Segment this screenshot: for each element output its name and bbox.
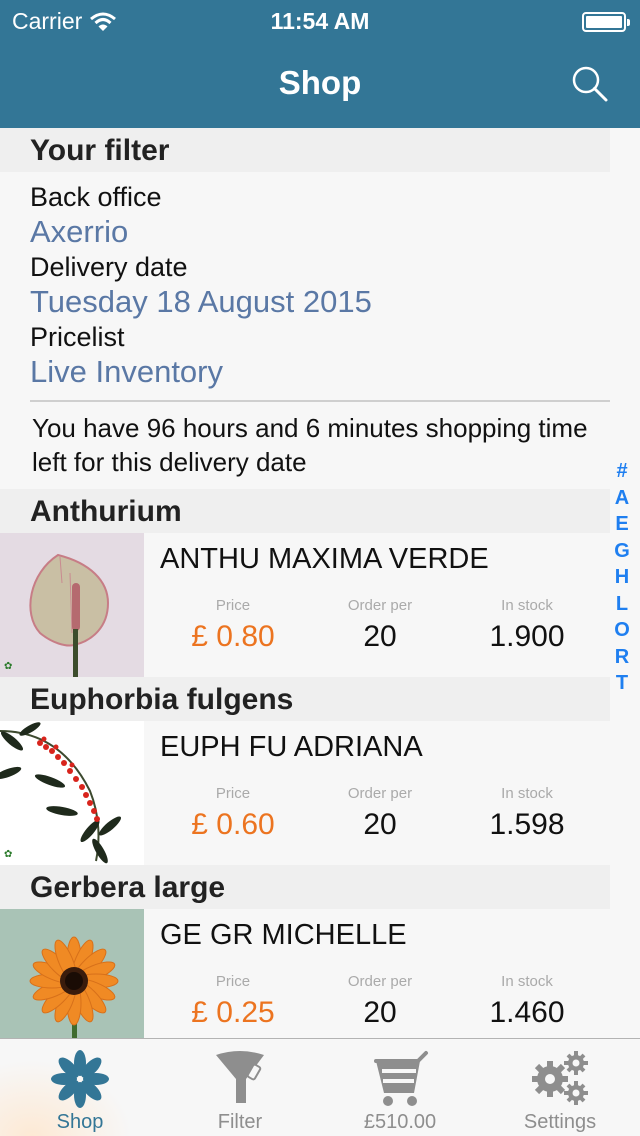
in-stock-value: 1.900 bbox=[489, 620, 565, 653]
product-row[interactable]: ✿ EUPH FU ADRIANA Price £ 0.60 Order per… bbox=[0, 721, 610, 865]
order-per-label: Order per bbox=[347, 973, 413, 990]
filter-section-header: Your filter bbox=[0, 128, 610, 172]
price-label: Price bbox=[215, 973, 251, 990]
tab-settings[interactable]: Settings bbox=[480, 1039, 640, 1136]
section-header-gerbera: Gerbera large bbox=[0, 865, 610, 909]
funnel-icon bbox=[216, 1051, 264, 1103]
shopping-time-notice: You have 96 hours and 6 minutes shopping… bbox=[32, 413, 588, 477]
in-stock-stat: In stock 1.460 bbox=[457, 973, 597, 1030]
gears-icon bbox=[532, 1051, 588, 1105]
search-icon[interactable] bbox=[570, 64, 610, 104]
svg-text:✿: ✿ bbox=[4, 661, 12, 672]
price-value: £ 0.25 bbox=[191, 996, 275, 1029]
product-name: EUPH FU ADRIANA bbox=[160, 731, 423, 763]
index-item[interactable]: G bbox=[614, 538, 630, 565]
tab-bar: Shop Filter £510.00 Settings bbox=[0, 1038, 640, 1136]
in-stock-label: In stock bbox=[501, 785, 553, 802]
tab-label: Settings bbox=[523, 1111, 597, 1133]
index-item[interactable]: H bbox=[615, 564, 629, 591]
tab-label: £510.00 bbox=[363, 1111, 437, 1133]
price-stat: Price £ 0.25 bbox=[163, 973, 303, 1030]
product-name: ANTHU MAXIMA VERDE bbox=[160, 543, 489, 575]
tab-shop[interactable]: Shop bbox=[0, 1039, 160, 1136]
order-per-value: 20 bbox=[363, 808, 397, 841]
product-row[interactable]: GE GR MICHELLE Price £ 0.25 Order per 20… bbox=[0, 909, 610, 1038]
order-per-stat: Order per 20 bbox=[310, 785, 450, 842]
order-per-stat: Order per 20 bbox=[310, 597, 450, 654]
delivery-date-label: Delivery date bbox=[30, 252, 188, 282]
price-value: £ 0.60 bbox=[191, 808, 275, 841]
price-value: £ 0.80 bbox=[191, 620, 275, 653]
section-header-euphorbia: Euphorbia fulgens bbox=[0, 677, 610, 721]
tab-label: Filter bbox=[217, 1111, 263, 1133]
order-per-value: 20 bbox=[363, 996, 397, 1029]
tab-cart[interactable]: £510.00 bbox=[320, 1039, 480, 1136]
euphorbia-photo: ✿ bbox=[0, 721, 144, 865]
index-item[interactable]: O bbox=[614, 617, 630, 644]
price-label: Price bbox=[215, 785, 251, 802]
battery-icon bbox=[582, 12, 630, 32]
tab-filter[interactable]: Filter bbox=[160, 1039, 320, 1136]
flower-icon bbox=[51, 1050, 109, 1108]
order-per-value: 20 bbox=[363, 620, 397, 653]
delivery-date-value[interactable]: Tuesday 18 August 2015 bbox=[30, 284, 372, 320]
index-item[interactable]: A bbox=[615, 485, 629, 512]
top-bar: Carrier 11:54 AM Shop bbox=[0, 0, 640, 128]
in-stock-value: 1.460 bbox=[489, 996, 565, 1029]
order-per-label: Order per bbox=[347, 785, 413, 802]
section-header-anthurium: Anthurium bbox=[0, 489, 610, 533]
svg-text:✿: ✿ bbox=[4, 849, 12, 860]
product-row[interactable]: ✿ ANTHU MAXIMA VERDE Price £ 0.80 Order … bbox=[0, 533, 610, 677]
gerbera-photo bbox=[0, 909, 144, 1038]
index-item[interactable]: T bbox=[616, 670, 628, 697]
divider bbox=[30, 400, 610, 402]
in-stock-label: In stock bbox=[501, 973, 553, 990]
clock: 11:54 AM bbox=[270, 8, 370, 34]
back-office-label: Back office bbox=[30, 182, 162, 212]
product-name: GE GR MICHELLE bbox=[160, 919, 407, 951]
shop-list[interactable]: Your filter Back office Axerrio Delivery… bbox=[0, 128, 640, 1038]
tab-label: Shop bbox=[56, 1111, 104, 1133]
in-stock-value: 1.598 bbox=[489, 808, 565, 841]
cart-icon bbox=[374, 1051, 428, 1106]
back-office-value[interactable]: Axerrio bbox=[30, 214, 128, 250]
shop-screen: Carrier 11:54 AM Shop Your filter Back o… bbox=[0, 0, 640, 1136]
index-item[interactable]: L bbox=[616, 591, 628, 618]
index-item[interactable]: R bbox=[615, 644, 629, 671]
order-per-label: Order per bbox=[347, 597, 413, 614]
price-stat: Price £ 0.80 bbox=[163, 597, 303, 654]
index-item[interactable]: # bbox=[616, 458, 627, 485]
page-title: Shop bbox=[278, 64, 362, 101]
anthurium-photo: ✿ bbox=[0, 533, 144, 677]
order-per-stat: Order per 20 bbox=[310, 973, 450, 1030]
in-stock-stat: In stock 1.598 bbox=[457, 785, 597, 842]
price-label: Price bbox=[215, 597, 251, 614]
pricelist-value[interactable]: Live Inventory bbox=[30, 354, 223, 390]
status-bar: Carrier 11:54 AM bbox=[0, 0, 640, 40]
section-index[interactable]: # A E G H L O R T bbox=[610, 458, 634, 697]
in-stock-label: In stock bbox=[501, 597, 553, 614]
pricelist-label: Pricelist bbox=[30, 322, 125, 352]
price-stat: Price £ 0.60 bbox=[163, 785, 303, 842]
in-stock-stat: In stock 1.900 bbox=[457, 597, 597, 654]
index-item[interactable]: E bbox=[615, 511, 628, 538]
